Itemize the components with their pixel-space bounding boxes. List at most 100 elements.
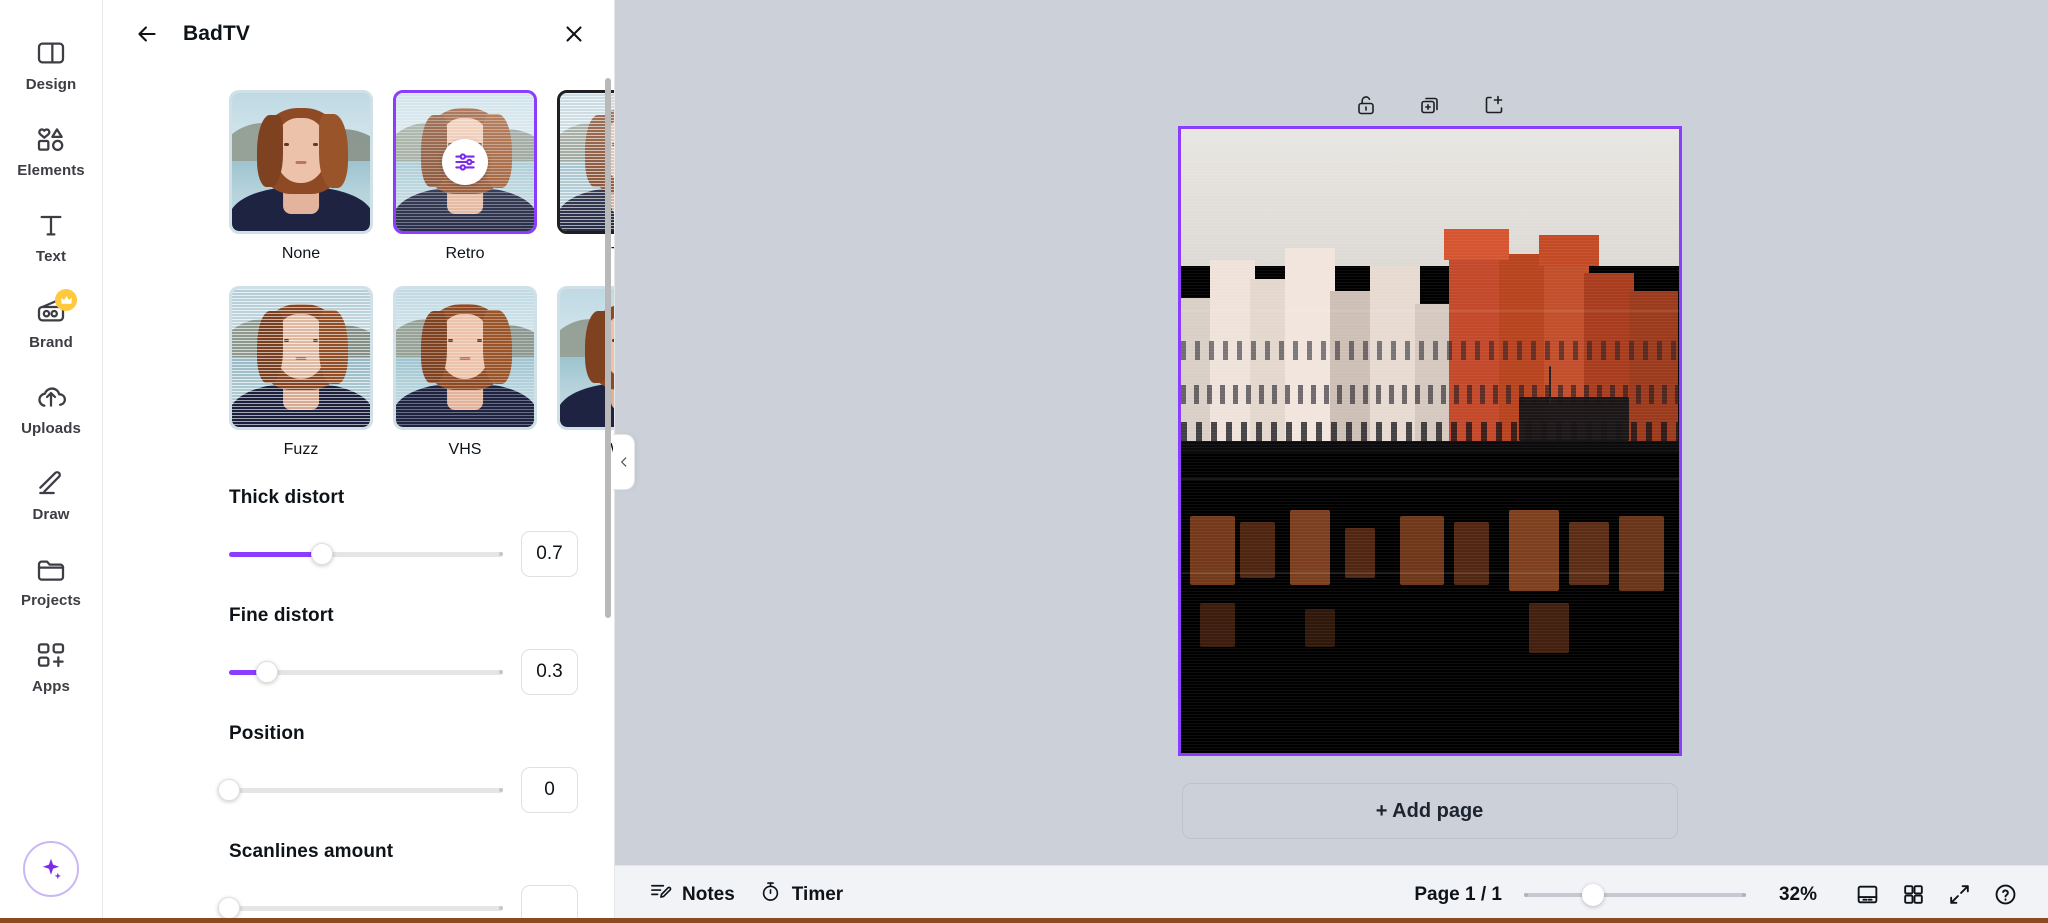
effect-option-vhs[interactable]: VHS xyxy=(393,286,537,459)
apps-icon xyxy=(35,639,67,671)
sidebar-item-draw[interactable]: Draw xyxy=(8,452,94,538)
timer-icon xyxy=(759,880,782,909)
sliders-icon[interactable] xyxy=(442,139,488,185)
slider-end-dot xyxy=(499,552,503,556)
elements-icon xyxy=(35,123,67,155)
help-icon[interactable] xyxy=(1984,874,2026,916)
zoom-max-dot xyxy=(1742,892,1746,897)
lock-icon[interactable] xyxy=(1349,88,1383,122)
notes-button[interactable]: Notes xyxy=(637,875,747,915)
fullscreen-icon[interactable] xyxy=(1938,874,1980,916)
sidebar-item-elements[interactable]: Elements xyxy=(8,108,94,194)
timer-label: Timer xyxy=(791,883,844,905)
effect-option-retro[interactable]: Retro xyxy=(393,90,537,263)
zoom-slider[interactable] xyxy=(1524,883,1746,906)
thick-distort-value[interactable]: 0.7 xyxy=(521,531,578,577)
portrait-art xyxy=(396,289,534,427)
position-value[interactable]: 0 xyxy=(521,767,578,813)
harbour-photo xyxy=(1180,129,1679,753)
fine-distort-slider[interactable] xyxy=(229,659,503,685)
slider-knob[interactable] xyxy=(218,897,240,919)
sidebar-item-uploads[interactable]: Uploads xyxy=(8,366,94,452)
zoom-level[interactable]: 32% xyxy=(1772,884,1824,906)
duplicate-icon[interactable] xyxy=(1413,88,1447,122)
magic-sparkle-icon[interactable] xyxy=(23,841,79,897)
panel-scrollbar[interactable] xyxy=(605,78,611,618)
left-rail: Design Elements Text Brand Uploads Draw … xyxy=(0,0,103,923)
sidebar-label-apps: Apps xyxy=(32,678,70,695)
grid-view-icon[interactable] xyxy=(1892,874,1934,916)
slider-row: 0.3 xyxy=(229,649,578,695)
slider-end-dot xyxy=(499,906,503,910)
sidebar-item-projects[interactable]: Projects xyxy=(8,538,94,624)
presentation-icon[interactable] xyxy=(1846,874,1888,916)
uploads-icon xyxy=(35,381,67,413)
zoom-track-line xyxy=(1524,892,1746,897)
slider-group-thick-distort: Thick distort 0.7 xyxy=(229,487,578,577)
panel-scroll-content: None Retro Fuzz VHS Thick distort 0.7 Fi… xyxy=(103,68,614,923)
panel-body: None Retro Fuzz VHS Thick distort 0.7 Fi… xyxy=(103,68,614,923)
sidebar-label-elements: Elements xyxy=(17,162,85,179)
sidebar-label-design: Design xyxy=(25,76,77,93)
effect-thumbnail xyxy=(393,286,537,430)
sidebar-label-uploads: Uploads xyxy=(21,420,81,437)
effects-grid: None Retro Fuzz VHS xyxy=(229,90,614,459)
portrait-art xyxy=(232,289,370,427)
slider-label: Position xyxy=(229,723,305,744)
sidebar-label-draw: Draw xyxy=(32,506,70,523)
slider-row: 0.7 xyxy=(229,531,578,577)
page-title: BadTV xyxy=(183,22,251,45)
timer-button[interactable]: Timer xyxy=(747,875,855,915)
sidebar-item-apps[interactable]: Apps xyxy=(8,624,94,710)
slider-fill xyxy=(229,551,323,557)
text-icon xyxy=(35,209,67,241)
slider-track xyxy=(229,905,503,911)
panel-header: BadTV xyxy=(103,0,614,68)
slider-row: 0 xyxy=(218,767,578,813)
design-page-1[interactable] xyxy=(1177,126,1682,756)
crown-badge xyxy=(55,289,77,311)
sidebar-label-brand: Brand xyxy=(29,334,73,351)
effect-thumbnail xyxy=(229,286,373,430)
notes-icon xyxy=(649,880,672,909)
slider-label: Thick distort xyxy=(229,487,345,508)
sidebar-item-text[interactable]: Text xyxy=(8,194,94,280)
slider-knob[interactable] xyxy=(311,543,334,565)
effect-label: VHS xyxy=(448,441,482,458)
effects-panel: BadTV None Retro Fuzz VHS Thick distort … xyxy=(103,0,635,923)
fine-distort-value[interactable]: 0.3 xyxy=(521,649,578,695)
object-toolbar xyxy=(1349,88,1511,122)
position-slider[interactable] xyxy=(218,777,503,803)
effect-thumbnail xyxy=(229,90,373,234)
sidebar-item-design[interactable]: Design xyxy=(8,22,94,108)
back-arrow-icon[interactable] xyxy=(129,16,165,52)
page-indicator: Page 1 / 1 xyxy=(1414,883,1502,905)
sidebar-label-projects: Projects xyxy=(21,592,81,609)
sidebar-item-brand[interactable]: Brand xyxy=(8,280,94,366)
zoom-min-dot xyxy=(1524,892,1528,897)
window-bottom-accent xyxy=(0,918,2048,923)
brand-icon xyxy=(35,289,77,327)
slider-group-scanlines-amount: Scanlines amount xyxy=(218,841,578,923)
slider-end-dot xyxy=(499,788,503,792)
effect-label: Fuzz xyxy=(283,441,319,458)
zoom-slider-knob[interactable] xyxy=(1581,883,1604,906)
close-icon[interactable] xyxy=(556,16,592,52)
slider-end-dot xyxy=(499,670,503,674)
projects-icon xyxy=(35,553,67,585)
canvas-stage: + Add page xyxy=(615,0,2048,923)
thick-distort-slider[interactable] xyxy=(229,541,503,567)
effect-option-none[interactable]: None xyxy=(229,90,373,263)
effect-option-fuzz[interactable]: Fuzz xyxy=(229,286,373,459)
add-page-button[interactable]: + Add page xyxy=(1181,783,1678,839)
effect-label: Retro xyxy=(445,245,485,262)
slider-knob[interactable] xyxy=(256,661,279,683)
chevron-left-icon[interactable] xyxy=(613,434,635,490)
add-page-icon[interactable] xyxy=(1477,88,1511,122)
sidebar-label-text: Text xyxy=(35,248,67,265)
slider-label: Scanlines amount xyxy=(229,841,394,862)
draw-icon xyxy=(35,467,67,499)
effect-label: None xyxy=(281,245,321,262)
slider-knob[interactable] xyxy=(218,779,240,801)
effect-thumbnail xyxy=(393,90,537,234)
